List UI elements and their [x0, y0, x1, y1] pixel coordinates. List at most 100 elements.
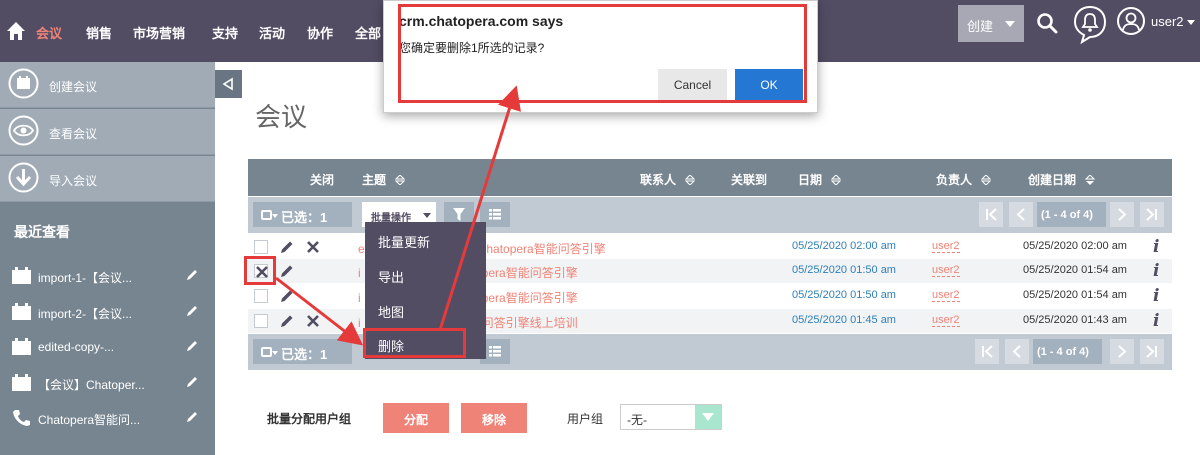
create-button[interactable]: 创建: [958, 5, 1024, 42]
column-header-label: 日期: [798, 173, 823, 187]
pager-last-button[interactable]: [1140, 339, 1164, 364]
nav-item-marketing[interactable]: 市场营销: [133, 23, 185, 42]
close-icon[interactable]: [306, 314, 320, 328]
recent-item-label: 【会议】Chatoper...: [38, 378, 145, 392]
menu-item-map[interactable]: 地图: [365, 292, 486, 326]
pencil-icon[interactable]: [280, 264, 294, 278]
pencil-icon[interactable]: [185, 304, 199, 318]
user-group-select[interactable]: -无-: [620, 404, 722, 430]
remove-button[interactable]: 移除: [461, 403, 527, 433]
user-name[interactable]: user2: [1151, 14, 1184, 29]
sort-icon: [831, 175, 842, 185]
recent-item-label: import-1-【会议...: [38, 271, 133, 285]
first-page-icon: [982, 345, 993, 358]
chevron-down-icon: [272, 214, 278, 218]
pager-next-button[interactable]: [1110, 339, 1134, 364]
user-avatar-icon[interactable]: [1116, 6, 1146, 36]
menu-item-delete[interactable]: 删除: [365, 326, 486, 360]
pager-prev-button[interactable]: [1005, 339, 1029, 364]
column-header-contact[interactable]: 联系人: [640, 171, 696, 188]
sidebar-action-import-meetings[interactable]: 导入会议: [0, 156, 215, 202]
last-page-icon: [1146, 208, 1157, 221]
pager-first-button[interactable]: [975, 339, 999, 364]
column-header-date[interactable]: 日期: [798, 171, 842, 188]
info-icon[interactable]: i: [1153, 311, 1159, 331]
import-icon: [8, 162, 39, 193]
recent-item[interactable]: import-1-【会议...: [0, 262, 215, 292]
row-checkbox[interactable]: [254, 289, 268, 303]
sort-icon: [981, 175, 992, 185]
pager-last-button[interactable]: [1140, 202, 1164, 227]
calendar-icon: [12, 303, 31, 320]
select-dropdown[interactable]: 已选：1: [253, 202, 352, 227]
sort-icon: [685, 175, 696, 185]
pencil-icon[interactable]: [280, 289, 294, 303]
assigned-user-link[interactable]: user2: [932, 264, 960, 277]
pager-first-button[interactable]: [979, 202, 1003, 227]
sidebar-action-view-meetings[interactable]: 查看会议: [0, 109, 215, 155]
close-icon[interactable]: [306, 240, 320, 254]
calendar-icon: [12, 267, 31, 284]
pencil-icon[interactable]: [280, 240, 294, 254]
selected-count: 已选：1: [281, 347, 328, 362]
checkbox-icon: [261, 347, 272, 357]
column-header-assigned[interactable]: 负责人: [936, 171, 992, 188]
pencil-icon[interactable]: [185, 268, 199, 282]
sidebar-collapse-button[interactable]: [215, 70, 242, 98]
pencil-icon[interactable]: [185, 339, 199, 353]
info-icon[interactable]: i: [1153, 261, 1159, 281]
home-icon[interactable]: [6, 21, 26, 41]
assigned-user-link[interactable]: user2: [932, 240, 960, 253]
chevron-down-icon[interactable]: [1187, 20, 1195, 25]
recent-item-label: edited-copy-...: [38, 340, 115, 354]
nav-item-support[interactable]: 支持: [212, 23, 238, 42]
sidebar-action-create-meeting[interactable]: 创建会议: [0, 62, 215, 108]
nav-item-all[interactable]: 全部: [355, 23, 381, 42]
sidebar: 创建会议 查看会议 导入会议 最近查看 import-1-【会议... impo…: [0, 62, 215, 455]
pager-next-button[interactable]: [1110, 202, 1134, 227]
select-dropdown[interactable]: 已选：1: [253, 339, 352, 364]
checkmark-icon: [256, 266, 268, 278]
info-icon[interactable]: i: [1153, 237, 1159, 257]
column-header-close[interactable]: 关闭: [310, 171, 334, 188]
pencil-icon[interactable]: [185, 410, 199, 424]
column-header-created[interactable]: 创建日期: [1028, 171, 1096, 188]
info-icon[interactable]: i: [1153, 286, 1159, 306]
menu-item-mass-update[interactable]: 批量更新: [365, 222, 486, 256]
chevron-down-icon: [1005, 21, 1015, 27]
recent-item[interactable]: 【会议】Chatoper...: [0, 369, 215, 399]
assigned-user-link[interactable]: user2: [932, 314, 960, 327]
ok-button[interactable]: OK: [735, 69, 803, 100]
bell-icon[interactable]: [1072, 4, 1108, 44]
checkbox-icon: [261, 210, 272, 220]
pencil-icon[interactable]: [185, 375, 199, 389]
recent-item[interactable]: import-2-【会议...: [0, 298, 215, 328]
eye-icon: [8, 115, 39, 146]
created-date-cell: 05/25/2020 02:00 am: [1023, 240, 1127, 252]
pager-prev-button[interactable]: [1009, 202, 1033, 227]
assign-button[interactable]: 分配: [383, 403, 449, 433]
prev-page-icon: [1012, 345, 1021, 358]
menu-item-export[interactable]: 导出: [365, 257, 486, 291]
created-date-cell: 05/25/2020 01:54 am: [1023, 264, 1127, 276]
nav-item-meetings[interactable]: 会议: [36, 23, 62, 42]
nav-item-activities[interactable]: 活动: [259, 23, 285, 42]
date-cell: 05/25/2020 01:50 am: [792, 289, 896, 301]
column-header-subject[interactable]: 主题: [362, 171, 406, 188]
cancel-button[interactable]: Cancel: [658, 69, 727, 100]
nav-item-sales[interactable]: 销售: [86, 23, 112, 42]
row-checkbox[interactable]: [254, 314, 268, 328]
nav-item-collaboration[interactable]: 协作: [307, 23, 333, 42]
column-header-label: 联系人: [640, 173, 677, 187]
assigned-user-link[interactable]: user2: [932, 289, 960, 302]
column-header-label: 创建日期: [1028, 173, 1077, 187]
row-checkbox[interactable]: [254, 240, 268, 254]
search-icon[interactable]: [1036, 12, 1058, 34]
recent-item[interactable]: Chatopera智能问...: [0, 404, 215, 434]
created-date-cell: 05/25/2020 01:43 am: [1023, 314, 1127, 326]
pager-range: (1 - 4 of 4): [1037, 202, 1106, 227]
pencil-icon[interactable]: [280, 314, 294, 328]
row-checkbox-checked[interactable]: [254, 264, 268, 278]
column-header-related: 关联到: [731, 173, 768, 187]
recent-item[interactable]: edited-copy-...: [0, 333, 215, 363]
